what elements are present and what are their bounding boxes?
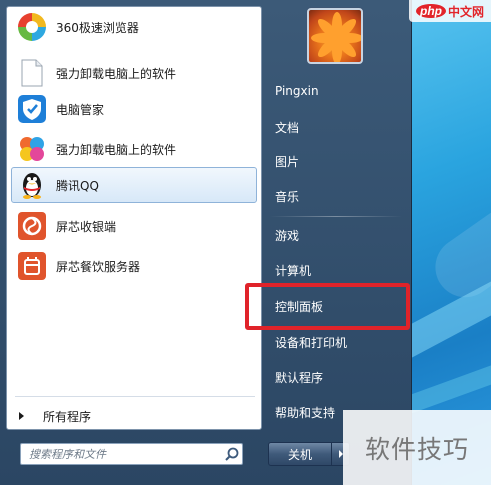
- program-item-uninstaller-2[interactable]: 强力卸载电脑上的软件: [11, 131, 257, 167]
- watermark-text: 中文网: [447, 4, 484, 19]
- shutdown-label: 关机: [287, 447, 312, 462]
- 360-browser-icon: [16, 11, 48, 43]
- right-item-label: 默认程序: [275, 370, 324, 385]
- right-item-user[interactable]: Pingxin: [269, 78, 405, 104]
- right-item-label: 设备和打印机: [275, 335, 348, 350]
- program-label: 屏芯餐饮服务器: [56, 259, 141, 274]
- right-item-music[interactable]: 音乐: [269, 183, 405, 209]
- right-item-label: 音乐: [275, 189, 300, 204]
- all-programs-label: 所有程序: [43, 409, 92, 424]
- annotation-highlight-box: [245, 283, 410, 330]
- right-item-label: 计算机: [275, 263, 312, 278]
- watermark-bottom-text: 软件技巧: [364, 434, 469, 464]
- shutdown-button[interactable]: 关机: [268, 442, 332, 466]
- right-item-pictures[interactable]: 图片: [269, 148, 405, 174]
- right-item-label: 文档: [275, 120, 300, 135]
- program-label: 360极速浏览器: [56, 20, 139, 35]
- watermark-software-tips: 软件技巧: [343, 410, 491, 485]
- right-item-computer[interactable]: 计算机: [269, 257, 405, 283]
- qq-penguin-icon: [16, 169, 48, 201]
- right-item-label: 帮助和支持: [275, 405, 336, 420]
- blank-file-icon: [16, 57, 48, 89]
- program-item-uninstaller[interactable]: 强力卸载电脑上的软件: [11, 55, 257, 91]
- search-box: [20, 443, 243, 465]
- program-label: 屏芯收银端: [56, 219, 117, 234]
- program-label: 电脑管家: [56, 102, 105, 117]
- program-item-cashier[interactable]: 屏芯收银端: [11, 208, 257, 244]
- search-icon[interactable]: [222, 444, 242, 464]
- restaurant-server-icon: [16, 250, 48, 282]
- triangle-right-icon: [19, 412, 24, 420]
- triangle-right-icon: [338, 450, 343, 458]
- program-label: 腾讯QQ: [56, 178, 99, 193]
- program-item-pc-manager[interactable]: 电脑管家: [11, 91, 257, 127]
- right-item-label: 游戏: [275, 228, 300, 243]
- program-list-separator: [15, 396, 255, 397]
- pc-manager-shield-icon: [16, 93, 48, 125]
- program-item-qq[interactable]: 腾讯QQ: [11, 167, 257, 203]
- program-list-pane: 360极速浏览器 强力卸载电脑上的软件 电脑管家 强力卸载电脑上的软件 腾讯QQ…: [6, 6, 262, 430]
- all-programs-button[interactable]: 所有程序: [11, 403, 257, 429]
- right-item-label: 图片: [275, 154, 300, 169]
- right-separator: [270, 216, 402, 217]
- program-label: 强力卸载电脑上的软件: [56, 66, 177, 81]
- program-item-restaurant-server[interactable]: 屏芯餐饮服务器: [11, 248, 257, 284]
- search-input[interactable]: [21, 444, 222, 464]
- watermark-brand: php: [415, 4, 446, 18]
- program-item-360-browser[interactable]: 360极速浏览器: [11, 9, 257, 45]
- clover-icon: [16, 133, 48, 165]
- right-item-games[interactable]: 游戏: [269, 222, 405, 248]
- watermark-php-cn: php 中文网: [409, 0, 491, 22]
- right-item-label: Pingxin: [275, 84, 319, 98]
- program-label: 强力卸载电脑上的软件: [56, 142, 177, 157]
- right-item-devices-printers[interactable]: 设备和打印机: [269, 329, 405, 355]
- cashier-icon: [16, 210, 48, 242]
- right-item-documents[interactable]: 文档: [269, 114, 405, 140]
- right-item-default-programs[interactable]: 默认程序: [269, 364, 405, 390]
- user-avatar[interactable]: [307, 8, 363, 64]
